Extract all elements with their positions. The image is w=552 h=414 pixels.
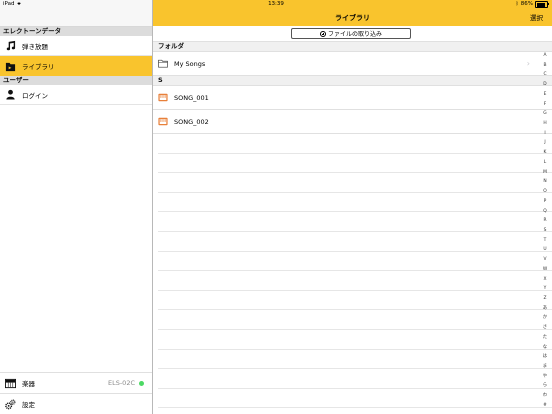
chevron-right-icon: ›	[526, 58, 530, 68]
sidebar-item-label: ライブラリ	[22, 63, 55, 71]
keyboard-icon	[4, 377, 16, 389]
index-letter[interactable]: あ	[543, 304, 547, 314]
index-letter[interactable]: R	[543, 216, 546, 226]
index-letter[interactable]: Y	[544, 284, 547, 294]
empty-row	[158, 193, 552, 213]
index-letter[interactable]: Z	[543, 294, 546, 304]
add-circle-icon	[319, 30, 326, 37]
section-header-user: ユーザー	[0, 76, 152, 85]
index-letter[interactable]: L	[544, 158, 546, 168]
index-letter[interactable]: F	[544, 100, 547, 110]
song-name: SONG_001	[174, 93, 209, 102]
index-letter[interactable]: は	[543, 352, 547, 362]
music-note-icon	[4, 40, 16, 52]
empty-row	[158, 134, 552, 154]
index-letter[interactable]: #	[543, 401, 547, 411]
index-letter[interactable]: K	[544, 148, 547, 158]
sidebar-item-settings[interactable]: 設定	[0, 393, 152, 414]
settings-label: 設定	[22, 401, 35, 409]
section-index-bar[interactable]: A B C D E F G H I J K L M N O P Q R S T U V W X Y Z あかさたなはまやらわ #	[541, 51, 549, 411]
index-letter[interactable]: U	[543, 245, 546, 255]
sidebar-bottom: 楽器 ELS-02C 設定	[0, 372, 152, 414]
index-letter[interactable]: わ	[543, 391, 547, 401]
sidebar-item-library[interactable]: ライブラリ	[0, 56, 152, 76]
battery-icon	[535, 1, 549, 8]
battery-percent: 86%	[520, 1, 533, 7]
index-letter[interactable]: T	[544, 236, 547, 246]
connection-status-dot	[139, 380, 144, 386]
status-time: 13:39	[268, 1, 284, 7]
select-button[interactable]: 選択	[530, 13, 543, 23]
bluetooth-icon: ᛒ	[515, 1, 519, 7]
status-bar: iPad 13:39 ᛒ 86%	[0, 0, 552, 9]
index-letter[interactable]: P	[544, 197, 547, 207]
index-letter[interactable]: J	[544, 138, 545, 148]
index-letter[interactable]: O	[543, 187, 546, 197]
empty-row	[158, 291, 552, 311]
index-letter[interactable]: な	[543, 343, 547, 353]
index-letter[interactable]: N	[543, 177, 546, 187]
song-row[interactable]: SONG_001	[153, 86, 552, 110]
user-icon	[4, 89, 16, 101]
sidebar-item-label: 弾き放題	[22, 42, 48, 51]
empty-row	[158, 350, 552, 370]
index-letter[interactable]: D	[543, 80, 546, 90]
index-letter[interactable]: C	[543, 70, 546, 80]
status-right: ᛒ 86%	[515, 0, 549, 9]
index-letter[interactable]: M	[543, 168, 547, 178]
index-letter[interactable]: た	[543, 333, 547, 343]
sidebar-item-login[interactable]: ログイン	[0, 85, 152, 105]
index-letter[interactable]: ら	[543, 381, 547, 391]
import-file-label: ファイルの取り込み	[327, 31, 382, 38]
index-letter[interactable]: Q	[543, 207, 546, 217]
page-title: ライブラリ	[335, 14, 370, 22]
gears-icon	[4, 398, 16, 410]
index-letter[interactable]: B	[543, 61, 546, 71]
index-letter[interactable]: さ	[543, 323, 547, 333]
empty-list-area	[153, 134, 552, 409]
index-letter[interactable]: ま	[543, 362, 547, 372]
import-toolbar: ファイルの取り込み	[153, 26, 552, 42]
instrument-label: 楽器	[22, 380, 35, 388]
empty-row	[158, 173, 552, 193]
folder-icon	[158, 59, 168, 69]
empty-row	[158, 369, 552, 389]
empty-row	[158, 271, 552, 291]
section-header-electone-data: エレクトーンデータ	[0, 27, 152, 36]
index-letter[interactable]: I	[544, 129, 545, 139]
empty-row	[158, 232, 552, 252]
index-letter[interactable]: V	[543, 255, 546, 265]
sidebar-item-play-unlimited[interactable]: 弾き放題	[0, 36, 152, 56]
index-letter[interactable]: S	[544, 226, 547, 236]
section-header-s: S	[153, 76, 552, 86]
index-letter[interactable]: A	[543, 51, 546, 61]
empty-row	[158, 330, 552, 350]
index-letter[interactable]: H	[543, 119, 546, 129]
instrument-model: ELS-02C	[107, 379, 135, 387]
sidebar-item-instrument[interactable]: 楽器 ELS-02C	[0, 372, 152, 393]
song-file-icon	[158, 93, 168, 103]
folder-name: My Songs	[174, 59, 206, 68]
index-letter[interactable]: G	[543, 109, 546, 119]
section-header-folder: フォルダ	[153, 42, 552, 52]
sidebar: エレクトーンデータ 弾き放題 ライブラリ ユーザー ログイン 楽器 ELS-02…	[0, 0, 153, 414]
empty-row	[158, 154, 552, 174]
sidebar-item-label: ログイン	[22, 91, 48, 100]
song-file-icon	[158, 117, 168, 127]
library-folder-icon	[4, 60, 16, 72]
empty-row	[158, 310, 552, 330]
index-letter[interactable]: や	[543, 372, 547, 382]
empty-row	[158, 389, 552, 409]
main-panel: ライブラリ 選択 ファイルの取り込み フォルダ My Songs › S SON…	[153, 0, 552, 414]
song-row[interactable]: SONG_002	[153, 110, 552, 134]
song-name: SONG_002	[174, 117, 209, 126]
empty-row	[158, 252, 552, 272]
index-letter[interactable]: E	[544, 90, 547, 100]
index-letter[interactable]: W	[543, 265, 547, 275]
empty-row	[158, 212, 552, 232]
index-letter[interactable]: か	[543, 313, 547, 323]
import-file-button[interactable]: ファイルの取り込み	[291, 28, 411, 39]
folder-row-my-songs[interactable]: My Songs ›	[153, 52, 552, 76]
index-letter[interactable]: X	[543, 275, 546, 285]
